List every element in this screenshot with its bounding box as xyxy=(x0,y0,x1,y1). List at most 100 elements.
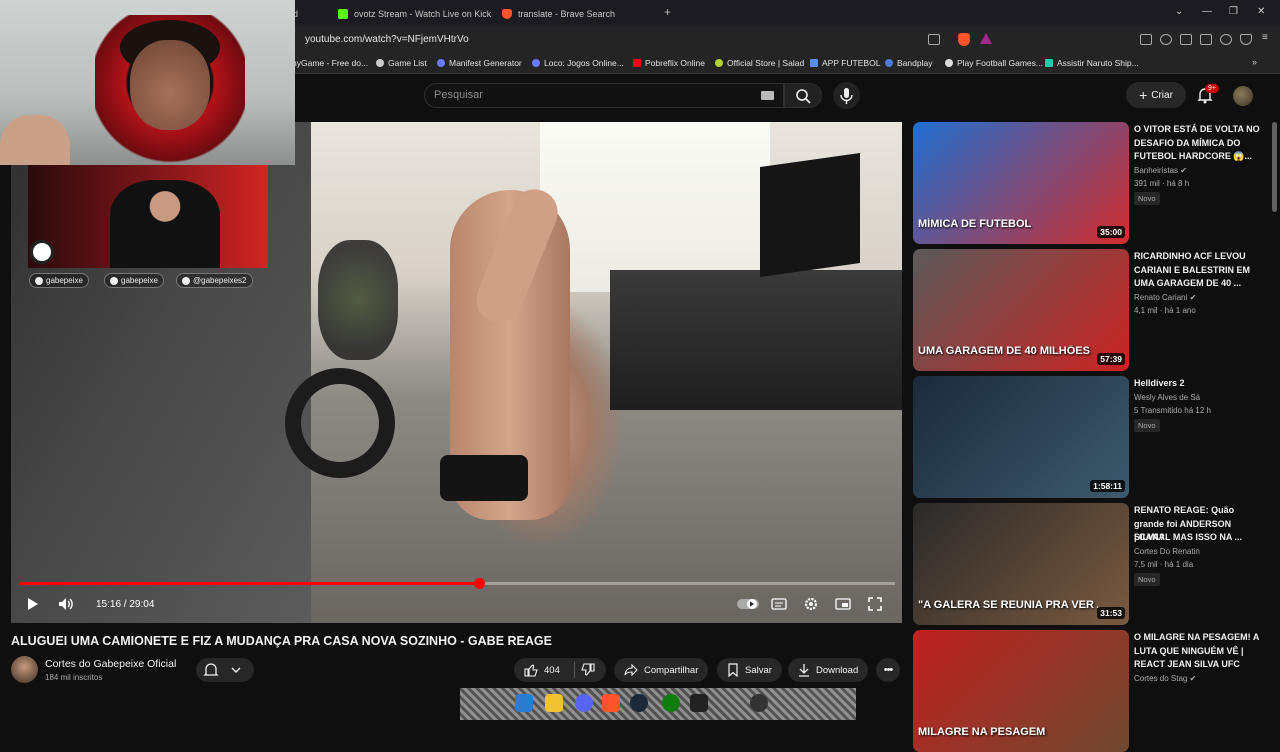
download-button[interactable]: Download xyxy=(788,658,869,682)
recommendation-channel[interactable]: Renato Cariani ✔ xyxy=(1134,293,1196,302)
bookmark-item[interactable]: Loco: Jogos Online... xyxy=(532,58,624,68)
obs-icon[interactable] xyxy=(750,694,768,712)
xbox-icon[interactable] xyxy=(662,694,680,712)
extensions-icon[interactable] xyxy=(1140,34,1152,45)
bookmark-item[interactable]: Play Football Games... xyxy=(945,58,1043,68)
recommendation-title[interactable]: RICARDINHO ACF LEVOU xyxy=(1134,250,1264,264)
recommendation-title[interactable]: RENATO REAGE: Quão xyxy=(1134,504,1264,518)
recommendation-title[interactable]: DESAFIO DA MÍMICA DO xyxy=(1134,137,1264,151)
like-count: 404 xyxy=(544,664,560,676)
menu-icon[interactable]: ≡ xyxy=(1262,32,1268,43)
search-button[interactable] xyxy=(784,83,822,108)
thumbs-down-icon[interactable] xyxy=(581,663,595,677)
recommendation-title[interactable]: LUTA QUE NINGUÉM VÊ | xyxy=(1134,645,1264,659)
bookmark-item[interactable]: Pobreflix Online xyxy=(633,58,705,68)
autoplay-toggle[interactable] xyxy=(737,595,759,613)
progress-scrubber[interactable] xyxy=(474,578,485,589)
volume-button[interactable] xyxy=(57,595,75,613)
channel-avatar[interactable] xyxy=(11,656,38,683)
miniplayer-button[interactable] xyxy=(834,595,852,613)
save-button[interactable]: Salvar xyxy=(717,658,782,682)
globe-icon xyxy=(945,59,953,67)
save-label: Salvar xyxy=(745,664,772,676)
notification-bell-button[interactable] xyxy=(196,658,254,682)
discord-icon[interactable] xyxy=(575,694,593,712)
file-explorer-icon[interactable] xyxy=(545,694,563,712)
video-title: ALUGUEI UMA CAMIONETE E FIZ A MUDANÇA PR… xyxy=(11,634,552,648)
tab-brave-search[interactable]: translate - Brave Search xyxy=(502,4,657,24)
recommendation-title[interactable]: FUTEBOL HARDCORE 😱... xyxy=(1134,150,1264,164)
channel-name[interactable]: Cortes do Gabepeixe Oficial xyxy=(45,658,176,670)
account-avatar[interactable] xyxy=(1233,86,1253,106)
recommendation-title[interactable]: O MILAGRE NA PESAGEM! A xyxy=(1134,631,1264,645)
bookmark-item[interactable]: Assistir Naruto Ship... xyxy=(1045,58,1139,68)
fullscreen-button[interactable] xyxy=(866,595,884,613)
voice-search-button[interactable] xyxy=(833,82,860,109)
bookmark-item[interactable]: nyGame - Free do... xyxy=(292,58,368,68)
recommendation-title[interactable]: REACT JEAN SILVA UFC xyxy=(1134,658,1264,672)
cast-icon[interactable] xyxy=(928,34,940,45)
create-button[interactable]: + Criar xyxy=(1126,82,1186,108)
leo-icon[interactable] xyxy=(1220,34,1232,45)
recommendation-title[interactable]: Helldivers 2 xyxy=(1134,377,1264,391)
recommendation-title[interactable]: O VITOR ESTÁ DE VOLTA NO xyxy=(1134,123,1264,137)
social-handle: @gabepeixes2 xyxy=(193,276,247,285)
bookmark-label: Assistir Naruto Ship... xyxy=(1057,58,1139,68)
recommendation-channel[interactable]: Wesly Alves de Sá xyxy=(1134,393,1200,402)
social-youtube: gabepeixe xyxy=(29,273,89,288)
wallet-icon[interactable] xyxy=(1200,34,1212,45)
thumbnail-caption: MILAGRE NA PESAGEM xyxy=(918,726,1046,738)
scrollbar-thumb[interactable] xyxy=(1272,122,1277,212)
media-icon[interactable] xyxy=(1160,34,1172,45)
recommendation-channel[interactable]: Cortes do Stag ✔ xyxy=(1134,674,1196,683)
recommendation-title[interactable]: | CANAL MAS ISSO NA ... xyxy=(1134,531,1264,545)
minimize-button[interactable]: — xyxy=(1202,6,1212,17)
streamer-arm xyxy=(0,115,70,165)
subscriber-count: 184 mil inscritos xyxy=(45,673,103,682)
keyboard-icon[interactable] xyxy=(761,91,774,100)
reacted-person xyxy=(110,180,220,268)
recommendation-channel[interactable]: Cortes Do Renatin xyxy=(1134,547,1200,556)
kick-icon xyxy=(338,9,348,19)
app-icon xyxy=(810,59,818,67)
subtitles-icon xyxy=(771,598,787,610)
social-handle: gabepeixe xyxy=(46,276,83,285)
gear-icon xyxy=(804,597,818,611)
recommendation-title[interactable]: UMA GARAGEM DE 40 ... xyxy=(1134,277,1264,291)
maximize-button[interactable]: ❐ xyxy=(1229,6,1238,17)
settings-button[interactable] xyxy=(802,595,820,613)
bookmark-item[interactable]: Official Store | Salad xyxy=(715,58,804,68)
brave-icon[interactable] xyxy=(602,694,620,712)
bookmark-item[interactable]: Bandplay xyxy=(885,58,932,68)
search-input[interactable]: Pesquisar xyxy=(434,89,483,101)
more-icon: ••• xyxy=(883,664,894,676)
recommendation-channel[interactable]: Banheiristas ✔ xyxy=(1134,166,1187,175)
duration-badge: 35:00 xyxy=(1097,226,1125,238)
bookmark-item[interactable]: APP FUTEBOL xyxy=(810,58,880,68)
bookmark-item[interactable]: Game List xyxy=(376,58,427,68)
recommendation-meta: 5 Transmitido há 12 h xyxy=(1134,405,1211,415)
tab-search-button[interactable]: ⌄ xyxy=(1175,6,1183,17)
steam-icon[interactable] xyxy=(630,694,648,712)
sidebar-icon[interactable] xyxy=(1180,34,1192,45)
windows-start-icon[interactable] xyxy=(515,694,533,712)
time-display: 15:16 / 29:04 xyxy=(96,599,154,610)
brave-rewards-icon[interactable] xyxy=(980,33,992,44)
more-actions-button[interactable]: ••• xyxy=(876,658,900,682)
new-tab-button[interactable]: + xyxy=(664,5,671,19)
url-field[interactable]: youtube.com/watch?v=NFjemVHtrVo xyxy=(305,34,469,45)
recommendation-meta: 7,5 mil · há 1 dia xyxy=(1134,559,1194,569)
bookmark-item[interactable]: Manifest Generator xyxy=(437,58,522,68)
app-icon[interactable] xyxy=(690,694,708,712)
like-button[interactable]: 404 xyxy=(524,663,560,677)
play-button[interactable] xyxy=(23,595,41,613)
bookmark-label: nyGame - Free do... xyxy=(292,58,369,68)
share-button[interactable]: Compartilhar xyxy=(614,658,709,682)
close-window-button[interactable]: ✕ xyxy=(1257,6,1265,17)
autoplay-icon xyxy=(737,599,759,609)
brave-shields-icon[interactable] xyxy=(958,33,970,46)
tab-kick[interactable]: ovotz Stream - Watch Live on Kick xyxy=(338,4,493,24)
recommendation-title[interactable]: CARIANI E BALESTRIN EM xyxy=(1134,264,1264,278)
subtitles-button[interactable] xyxy=(770,595,788,613)
bookmarks-overflow-icon[interactable]: » xyxy=(1252,57,1257,67)
